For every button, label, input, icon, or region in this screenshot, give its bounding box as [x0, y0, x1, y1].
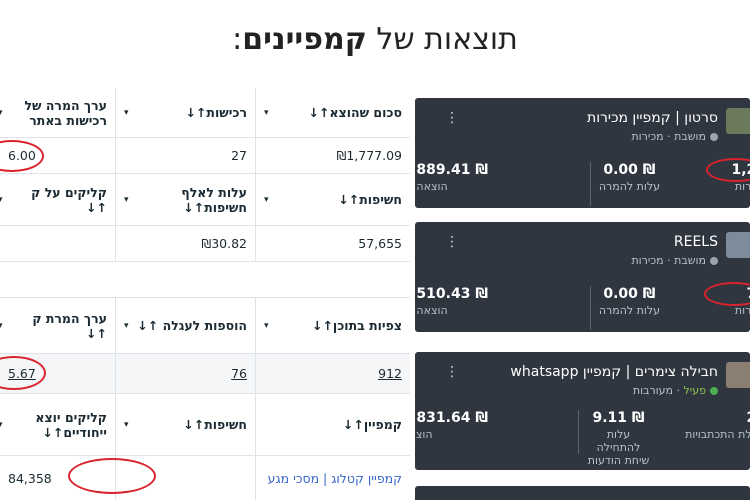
caret-icon[interactable]: ▾: [124, 420, 129, 430]
table-cell: ₪30.82: [115, 226, 255, 261]
campaign-name[interactable]: סרטון | קמפיין מכירות: [587, 110, 718, 126]
more-options-icon[interactable]: ⋮: [445, 110, 459, 126]
caret-icon[interactable]: ▾: [124, 195, 129, 205]
table-cell[interactable]: 912: [255, 354, 410, 393]
campaign-status: פעיל · מעורבות: [633, 384, 718, 397]
column-header-conversion-value[interactable]: ערך המרת ק ↑↓ ▾: [0, 298, 115, 353]
table-spacer: [0, 262, 410, 298]
caret-icon[interactable]: ▾: [264, 195, 269, 205]
table-header-row: סכום שהוצא↑↓ ▾ רכישות↑↓ ▾ ערך המרה של רכיש…: [0, 88, 410, 138]
campaign-thumbnail: [726, 362, 750, 388]
column-header-cpm[interactable]: עלות לאלף חשיפות↑↓ ▾: [115, 174, 255, 225]
caret-icon[interactable]: ▾: [124, 108, 129, 118]
metric-spend: ₪ 510.43 הוצאה: [416, 286, 488, 317]
results-table: סכום שהוצא↑↓ ▾ רכישות↑↓ ▾ ערך המרה של רכיש…: [0, 88, 410, 500]
table-cell: [115, 456, 255, 500]
column-header-campaign[interactable]: קמפיין↑↓: [255, 394, 410, 455]
caret-icon[interactable]: ▾: [124, 321, 129, 331]
metric-cost-per-conversation: ₪ 9.11 עלות להתחילה שיחת הודעות: [578, 410, 658, 467]
campaign-thumbnail: [726, 108, 750, 134]
caret-icon[interactable]: ▾: [0, 420, 3, 430]
table-row: 912 76 5.67: [0, 354, 410, 394]
campaign-card[interactable]: חבילה צימרים | קמפיין whatsapp פעיל · מע…: [415, 352, 750, 470]
table-row: ₪1,777.09 27 6.00: [0, 138, 410, 174]
table-cell: 6.00: [8, 148, 36, 163]
campaign-card[interactable]: REELS מושבת · מכירות ⋮ 76המרות ₪ 0.00עלו…: [415, 222, 750, 332]
metric-spend: ₪ 1,831.64הוצאה: [415, 410, 488, 441]
table-cell: [0, 226, 115, 261]
table-cell: ₪1,777.09: [255, 138, 410, 173]
metric-cost-per-conversion: ₪ 0.00 עלות להמרה: [589, 162, 668, 206]
column-header-spend[interactable]: סכום שהוצא↑↓ ▾: [255, 88, 410, 137]
page-title: תוצאות של קמפיינים:: [0, 22, 750, 57]
table-row: קמפיין קטלוג | מסכי מגע 84,358: [0, 456, 410, 500]
table-header-row: קמפיין↑↓ חשיפות↑↓ ▾ קליקים יוצא ייחודיים↑…: [0, 394, 410, 456]
table-header-row: צפיות בתוכן↑↓ ▾ הוספות לעגלה ↑↓ ▾ ערך המרת…: [0, 298, 410, 354]
campaign-card[interactable]: [415, 486, 750, 500]
caret-icon[interactable]: ▾: [0, 195, 3, 205]
table-header-row: חשיפות↑↓ ▾ עלות לאלף חשיפות↑↓ ▾ קליקים על …: [0, 174, 410, 226]
more-options-icon[interactable]: ⋮: [445, 234, 459, 250]
table-cell: 84,358: [8, 470, 52, 486]
column-header-purchase-value[interactable]: ערך המרה של רכישות באתר ▾: [0, 88, 115, 137]
campaign-thumbnail: [726, 232, 750, 258]
title-prefix: תוצאות של: [376, 22, 518, 57]
status-dot-icon: [710, 133, 718, 141]
metric-conversions: 76המרות: [734, 286, 750, 317]
more-options-icon[interactable]: ⋮: [445, 364, 459, 380]
column-header-clicks[interactable]: קליקים על ק ↑↓ ▾: [0, 174, 115, 225]
campaign-card[interactable]: סרטון | קמפיין מכירות מושבת · מכירות ⋮ 1…: [415, 98, 750, 208]
column-header-content-views[interactable]: צפיות בתוכן↑↓ ▾: [255, 298, 410, 353]
caret-icon[interactable]: ▾: [0, 321, 3, 331]
column-header-purchases[interactable]: רכישות↑↓ ▾: [115, 88, 255, 137]
caret-icon[interactable]: ▾: [264, 321, 269, 331]
campaign-status: מושבת · מכירות: [631, 254, 718, 267]
column-header-unique-outbound-clicks[interactable]: קליקים יוצא ייחודיים↑↓ ▾: [0, 394, 115, 455]
title-bold: קמפיינים: [242, 22, 367, 57]
campaign-name[interactable]: חבילה צימרים | קמפיין whatsapp: [510, 364, 718, 380]
table-cell[interactable]: 5.67: [0, 354, 115, 393]
metric-conversations: 20תחלת התכתבויות: [685, 410, 750, 441]
caret-icon[interactable]: ▾: [264, 108, 269, 118]
column-header-add-to-cart[interactable]: הוספות לעגלה ↑↓ ▾: [115, 298, 255, 353]
campaign-status: מושבת · מכירות: [631, 130, 718, 143]
column-header-impressions-2[interactable]: חשיפות↑↓ ▾: [115, 394, 255, 455]
status-dot-icon: [710, 257, 718, 265]
campaign-name[interactable]: REELS: [674, 234, 718, 250]
table-row: 57,655 ₪30.82: [0, 226, 410, 262]
metric-conversions: 1,23המרות: [731, 162, 750, 193]
caret-icon[interactable]: ▾: [0, 108, 3, 118]
metric-cost-per-conversion: ₪ 0.00 עלות להמרה: [589, 286, 668, 330]
column-header-impressions[interactable]: חשיפות↑↓ ▾: [255, 174, 410, 225]
status-dot-icon: [710, 387, 718, 395]
table-cell[interactable]: 76: [115, 354, 255, 393]
table-cell: 27: [115, 138, 255, 173]
title-suffix: :: [232, 22, 243, 57]
table-cell: 57,655: [255, 226, 410, 261]
metric-spend: ₪ 889.41 הוצאה: [416, 162, 488, 193]
campaign-link[interactable]: קמפיין קטלוג | מסכי מגע: [255, 456, 410, 500]
